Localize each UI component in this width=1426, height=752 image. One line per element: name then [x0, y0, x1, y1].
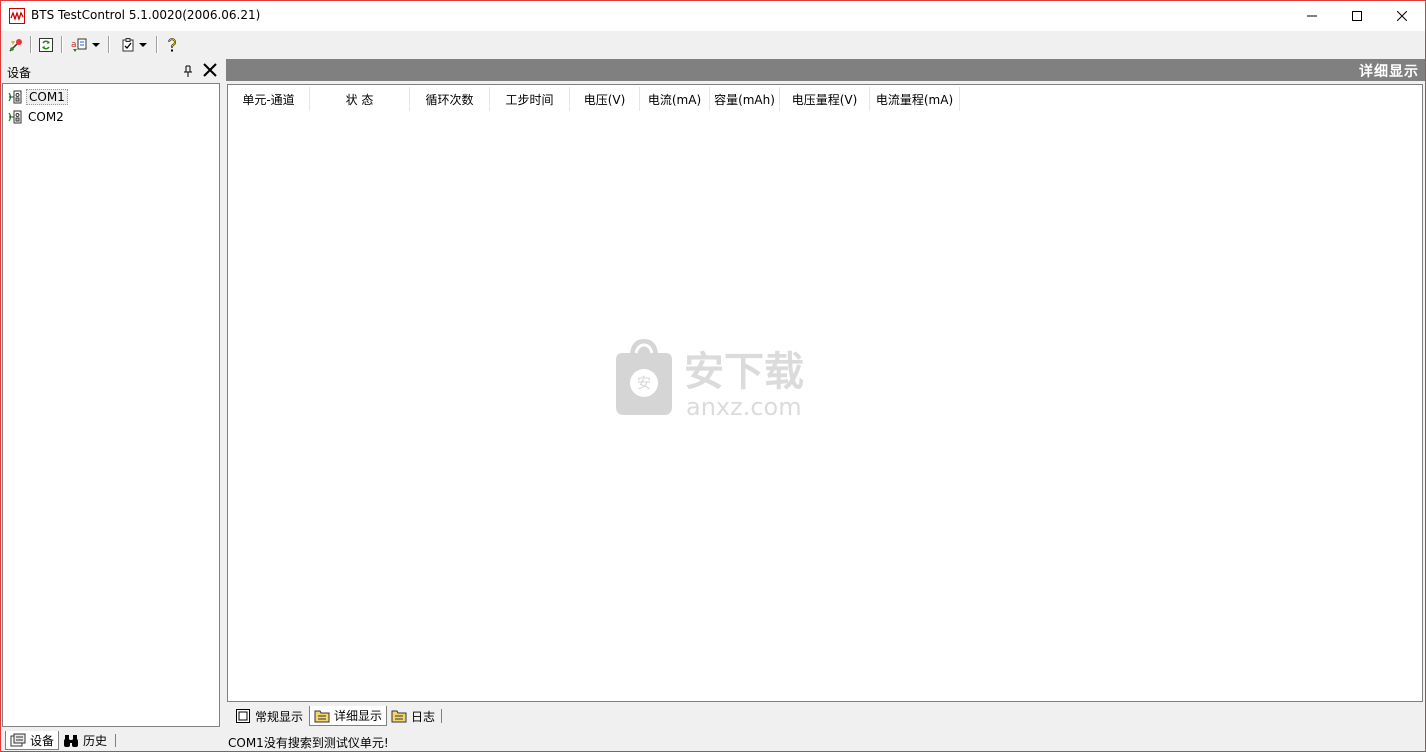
- column-header-current-range[interactable]: 电流量程(mA): [870, 87, 960, 111]
- refresh-icon: [39, 38, 53, 52]
- maximize-icon: [1352, 11, 1362, 21]
- pane-close-icon[interactable]: [203, 63, 217, 80]
- refresh-button[interactable]: [35, 34, 57, 56]
- chevron-down-icon: [138, 43, 147, 47]
- device-tree[interactable]: COM1 COM2: [2, 83, 220, 727]
- device-pane: 设备 COM1 COM2: [1, 59, 223, 729]
- tree-item-label: COM2: [28, 110, 64, 124]
- status-message: COM1没有搜索到测试仪单元!: [228, 736, 389, 750]
- tab-label: 详细显示: [334, 709, 383, 723]
- tab-log-view[interactable]: 日志: [387, 706, 439, 726]
- chevron-down-icon: [91, 43, 100, 47]
- tab-label: 设备: [30, 733, 55, 748]
- column-header-step-time[interactable]: 工步时间: [490, 87, 570, 111]
- tree-item-com1[interactable]: COM1: [7, 88, 68, 106]
- app-logo-icon: [9, 8, 25, 24]
- serial-port-icon: [8, 90, 22, 104]
- watermark-badge: 安: [637, 376, 651, 392]
- watermark-text: 安下载: [684, 349, 804, 395]
- minimize-button[interactable]: [1289, 1, 1335, 31]
- tab-label: 日志: [411, 709, 436, 724]
- device-pane-tabs: 设备 历史: [1, 730, 223, 751]
- minimize-icon: [1307, 15, 1317, 17]
- channel-tool-icon: a: [71, 38, 86, 52]
- title-bar[interactable]: BTS TestControl 5.1.0020(2006.06.21): [1, 1, 1425, 31]
- window-icon: [236, 709, 250, 723]
- watermark-url: anxz.com: [686, 393, 802, 420]
- tab-label: 历史: [83, 734, 108, 748]
- close-icon: [1397, 11, 1407, 21]
- column-header-capacity[interactable]: 容量(mAh): [710, 87, 780, 111]
- column-header-status[interactable]: 状 态: [310, 87, 410, 111]
- tab-history[interactable]: 历史: [59, 731, 111, 750]
- checklist-icon: [122, 38, 133, 52]
- connect-button[interactable]: [5, 34, 27, 56]
- folder-doc-icon: [391, 710, 407, 723]
- help-icon: [168, 38, 176, 52]
- view-tabs: 常规显示 详细显示 日志: [227, 704, 1425, 728]
- watermark: 安 安下载 anxz.com: [608, 335, 828, 423]
- tree-item-label: COM1: [26, 89, 68, 105]
- channel-tool-dropdown[interactable]: a: [67, 34, 103, 56]
- column-header-voltage[interactable]: 电压(V): [570, 87, 640, 111]
- column-header-current[interactable]: 电流(mA): [640, 87, 710, 111]
- folder-doc-icon: [314, 710, 330, 722]
- window-title: BTS TestControl 5.1.0020(2006.06.21): [31, 8, 261, 22]
- channel-list[interactable]: 单元-通道 状 态 循环次数 工步时间 电压(V) 电流(mA) 容量(mAh)…: [227, 84, 1423, 702]
- app-window: BTS TestControl 5.1.0020(2006.06.21) a 设…: [0, 0, 1426, 752]
- maximize-button[interactable]: [1334, 1, 1380, 31]
- checklist-dropdown[interactable]: [115, 34, 151, 56]
- detail-pane-title: 详细显示: [1359, 64, 1419, 80]
- device-pane-title: 设备: [7, 66, 32, 80]
- serial-port-icon: [8, 110, 22, 124]
- tab-label: 常规显示: [255, 709, 304, 724]
- binoculars-icon: [64, 734, 78, 747]
- close-button[interactable]: [1379, 1, 1425, 31]
- tab-detail-view[interactable]: 详细显示: [309, 706, 388, 726]
- connect-icon: [9, 39, 22, 52]
- detail-pane-header: 详细显示: [226, 59, 1425, 81]
- toolbar: a: [1, 31, 1425, 58]
- help-button[interactable]: [161, 34, 183, 56]
- column-header-voltage-range[interactable]: 电压量程(V): [780, 87, 870, 111]
- status-bar: COM1没有搜索到测试仪单元!: [226, 731, 1425, 751]
- pin-icon[interactable]: [183, 65, 193, 80]
- svg-text:a: a: [71, 40, 77, 50]
- column-header-cycles[interactable]: 循环次数: [410, 87, 490, 111]
- tab-device[interactable]: 设备: [5, 731, 60, 750]
- tree-item-com2[interactable]: COM2: [7, 108, 66, 126]
- device-tab-icon: [10, 733, 26, 747]
- tab-normal-view[interactable]: 常规显示: [231, 706, 307, 726]
- column-header-unit-channel[interactable]: 单元-通道: [228, 87, 310, 111]
- device-pane-header: 设备: [3, 61, 221, 81]
